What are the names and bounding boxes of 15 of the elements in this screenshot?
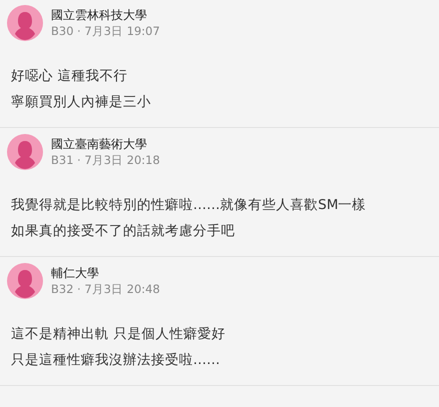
- school-name: 輔仁大學: [51, 265, 100, 281]
- avatar-icon: [7, 134, 43, 170]
- post-meta: B31 · 7月3日 20:18: [51, 152, 160, 168]
- avatar-icon: [7, 263, 43, 299]
- comment-text: 寧願買別人內褲是三小: [11, 93, 152, 112]
- avatar-icon: [7, 5, 43, 41]
- comment-text: 我覺得就是比較特別的性癖啦……就像有些人喜歡SM一樣: [11, 196, 368, 215]
- post-meta: B32 · 7月3日 20:48: [51, 281, 160, 297]
- comment-text: 只是這種性癖我沒辦法接受啦……: [11, 351, 221, 370]
- post-meta: B30 · 7月3日 19:07: [51, 23, 160, 39]
- comment-text: 這不是精神出軌 只是個人性癖愛好: [11, 325, 226, 344]
- school-name: 國立雲林科技大學: [51, 7, 148, 23]
- comment-text: 好噁心 這種我不行: [11, 67, 128, 86]
- school-name: 國立臺南藝術大學: [51, 136, 148, 152]
- comment-text: 如果真的接受不了的話就考慮分手吧: [11, 222, 236, 241]
